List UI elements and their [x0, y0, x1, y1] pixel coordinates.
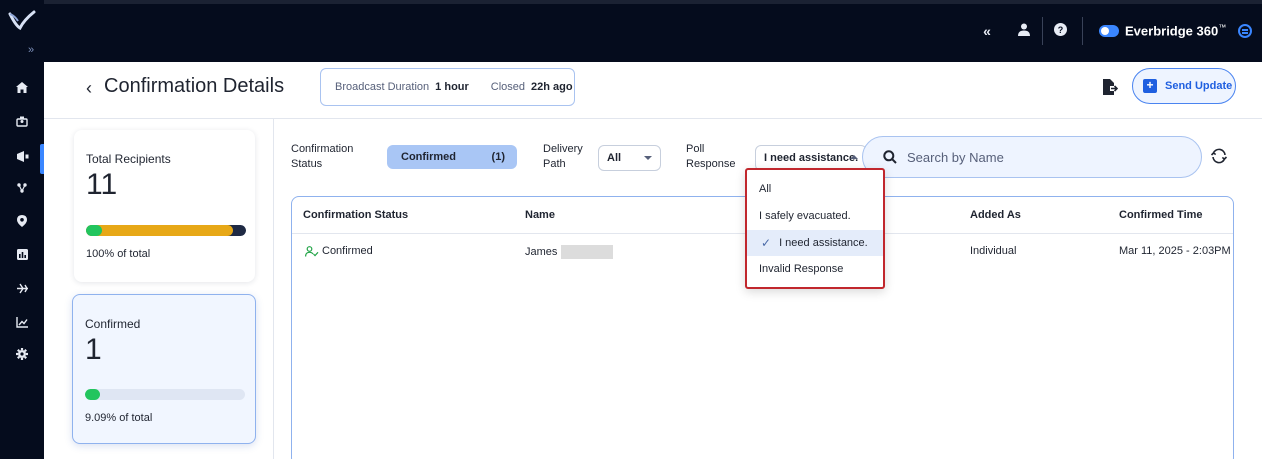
card-percent: 9.09% of total [85, 412, 153, 424]
check-icon: ✓ [761, 236, 772, 250]
toggle-icon[interactable] [1099, 25, 1119, 37]
column-header-confirmed-time[interactable]: Confirmed Time [1119, 209, 1203, 221]
card-percent: 100% of total [86, 248, 151, 260]
progress-fill-segment [86, 225, 102, 236]
logo-icon[interactable] [6, 8, 38, 32]
svg-text:?: ? [1057, 25, 1063, 35]
header-divider [44, 118, 1262, 119]
export-icon[interactable] [1102, 78, 1118, 96]
dropdown-option-need-assistance[interactable]: ✓ I need assistance. [747, 230, 883, 256]
user-check-icon [305, 245, 319, 257]
chevron-up-icon [850, 155, 858, 159]
card-value: 1 [85, 333, 102, 366]
refresh-icon[interactable] [1210, 147, 1228, 165]
card-label: Total Recipients [86, 152, 171, 166]
broadcast-info: Broadcast Duration 1 hour Closed 22h ago [320, 68, 575, 106]
progress-fill-segment [86, 225, 234, 236]
search-icon [883, 150, 897, 164]
notifications-icon[interactable] [0, 149, 44, 169]
expand-nav-button[interactable]: » [28, 44, 34, 56]
redacted-surname [561, 245, 614, 259]
search-placeholder: Search by Name [907, 149, 1004, 165]
confirmation-status-label: Confirmation Status [291, 143, 354, 170]
duration-value: 1 hour [435, 81, 469, 93]
dropdown-option-all[interactable]: All [747, 176, 883, 202]
duration-label: Broadcast Duration [335, 81, 430, 93]
left-nav: » [0, 0, 44, 459]
delivery-path-value: All [607, 152, 622, 164]
location-icon[interactable] [0, 214, 44, 234]
row-name: James [525, 245, 614, 259]
poll-response-value: I need assistance. [764, 152, 859, 164]
help-icon[interactable]: ? [1052, 21, 1068, 41]
analytics-icon[interactable] [0, 315, 44, 335]
chevron-circle-icon[interactable] [1238, 24, 1253, 38]
confirmation-status-filter[interactable]: Confirmed (1) [387, 145, 517, 169]
status-filter-count: (1) [491, 151, 505, 163]
card-value: 11 [86, 168, 118, 201]
top-bar: « ? Everbridge 360™ [0, 0, 1262, 62]
confirmed-card[interactable]: Confirmed 1 9.09% of total [72, 294, 256, 444]
topbar-divider [1082, 17, 1083, 45]
settings-icon[interactable] [0, 347, 44, 367]
top-shade [0, 0, 1262, 4]
column-header-added-as[interactable]: Added As [970, 209, 1021, 221]
poll-response-label: Poll Response [686, 143, 736, 170]
brand-switcher[interactable]: Everbridge 360™ [1099, 21, 1253, 41]
plus-square-icon: + [1143, 79, 1157, 93]
total-recipients-card[interactable]: Total Recipients 11 100% of total [74, 130, 255, 282]
user-icon[interactable] [1016, 21, 1032, 41]
progress-fill-segment [85, 389, 100, 400]
reports-icon[interactable] [0, 247, 44, 267]
double-chevron-left-icon[interactable]: « [979, 21, 995, 41]
card-progress [85, 389, 245, 400]
dropdown-option-safely-evacuated[interactable]: I safely evacuated. [747, 203, 883, 229]
row-added-as: Individual [970, 245, 1017, 257]
search-input[interactable]: Search by Name [862, 136, 1202, 178]
send-update-button[interactable]: + Send Update [1132, 68, 1236, 104]
panel-divider [273, 118, 274, 459]
poll-response-dropdown: All I safely evacuated. ✓ I need assista… [745, 168, 885, 289]
card-label: Confirmed [85, 317, 141, 331]
status-filter-value: Confirmed [401, 151, 456, 163]
closed-label: Closed [490, 81, 526, 93]
incidents-icon[interactable] [0, 181, 44, 201]
dropdown-option-invalid-response[interactable]: Invalid Response [747, 256, 883, 282]
delivery-path-label: Delivery Path [543, 143, 583, 170]
back-button[interactable]: ‹ [86, 78, 92, 99]
chevron-down-icon [644, 156, 652, 160]
tasks-icon[interactable] [0, 281, 44, 301]
topbar-divider [1042, 17, 1043, 45]
home-icon[interactable] [0, 80, 44, 100]
send-update-label: Send Update [1165, 80, 1233, 92]
column-header-name[interactable]: Name [525, 209, 555, 221]
closed-value: 22h ago [531, 81, 573, 93]
row-confirmed-time: Mar 11, 2025 - 2:03PM [1119, 245, 1231, 257]
delivery-path-select[interactable]: All [598, 145, 661, 171]
page-title: Confirmation Details [104, 75, 285, 97]
row-status: Confirmed [305, 245, 373, 257]
contacts-icon[interactable] [0, 114, 44, 134]
column-header-status[interactable]: Confirmation Status [303, 209, 408, 221]
card-progress [86, 225, 246, 236]
brand-name: Everbridge 360™ [1125, 23, 1227, 39]
nav-active-indicator [40, 144, 44, 174]
